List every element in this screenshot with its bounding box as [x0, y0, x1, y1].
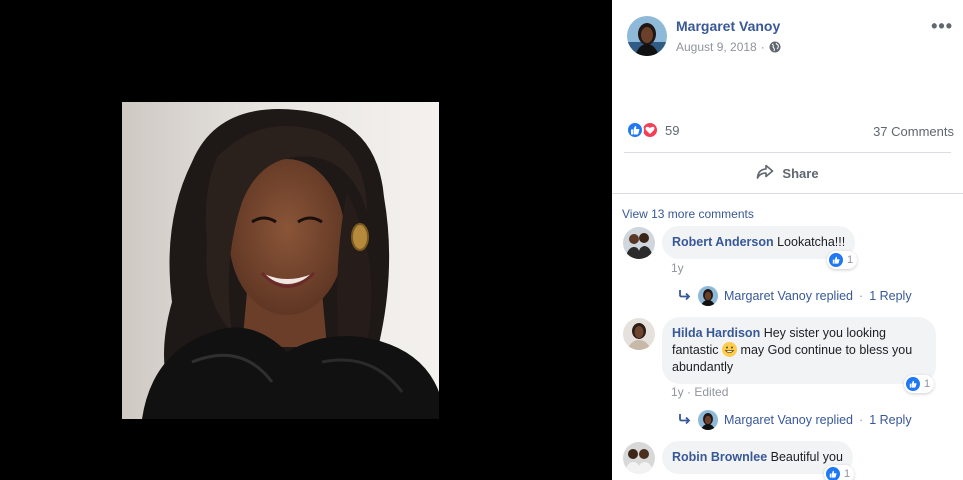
comment-text: Lookatcha!!! [777, 235, 846, 249]
comment-like-count: 1 [924, 378, 931, 390]
globe-icon [769, 41, 781, 53]
replies-link[interactable]: Margaret Vanoy replied · 1 Reply [678, 286, 912, 306]
comment-reaction-badge[interactable]: 1 [824, 465, 855, 480]
post-panel: Margaret Vanoy August 9, 2018 · ••• 59 3… [612, 0, 963, 480]
share-button[interactable]: Share [612, 160, 963, 186]
reply-arrow-icon [678, 289, 692, 304]
comment-like-count: 1 [844, 468, 851, 480]
post-author-name[interactable]: Margaret Vanoy [676, 18, 780, 34]
photo-stage [0, 0, 612, 480]
separator-dot: · [687, 385, 692, 399]
comment-like-count: 1 [847, 254, 854, 266]
view-more-comments-link[interactable]: View 13 more comments [622, 207, 754, 221]
divider [612, 193, 963, 194]
comment-meta: 1y · Edited [671, 385, 728, 399]
meta-separator: · [760, 40, 765, 54]
reply-arrow-icon [678, 413, 692, 428]
edited-label[interactable]: Edited [694, 385, 728, 399]
comment-text: Beautiful you [770, 450, 843, 464]
commenter-name[interactable]: Robin Brownlee [672, 450, 767, 464]
like-icon [829, 253, 843, 267]
comment-text: Hey sister you looking [763, 326, 886, 340]
separator-dot: · [859, 289, 864, 303]
comment-reaction-badge[interactable]: 1 [904, 375, 935, 393]
post-photo[interactable] [122, 102, 439, 419]
commenter-name[interactable]: Robert Anderson [672, 235, 774, 249]
reply-author-label: Margaret Vanoy replied [724, 413, 854, 427]
post-meta: August 9, 2018 · [676, 40, 781, 54]
replies-link[interactable]: Margaret Vanoy replied · 1 Reply [678, 410, 912, 430]
reaction-summary[interactable]: 59 [626, 121, 679, 139]
like-icon [826, 467, 840, 480]
comment-bubble: Robert Anderson Lookatcha!!! [662, 226, 856, 259]
like-icon [906, 377, 920, 391]
author-avatar-image [627, 16, 667, 56]
comment-text: may God continue to bless you [740, 343, 913, 357]
share-icon [756, 164, 774, 183]
portrait-image [122, 102, 439, 419]
commenter-name[interactable]: Hilda Hardison [672, 326, 760, 340]
comment-text: abundantly [672, 360, 734, 374]
share-label: Share [782, 165, 819, 181]
reply-count: 1 Reply [869, 413, 912, 427]
reply-author-avatar [698, 410, 718, 430]
commenter-avatar[interactable] [623, 227, 655, 259]
reply-author-label: Margaret Vanoy replied [724, 289, 854, 303]
reply-count: 1 Reply [869, 289, 912, 303]
divider [624, 152, 951, 153]
like-icon [626, 121, 644, 139]
reaction-count: 59 [665, 122, 680, 138]
reply-author-avatar [698, 286, 718, 306]
commenter-avatar[interactable] [623, 442, 655, 474]
comment-bubble: Hilda Hardison Hey sister you looking fa… [662, 317, 936, 384]
comment-time[interactable]: 1y [671, 261, 684, 275]
comment-time[interactable]: 1y [671, 385, 684, 399]
comments-count-link[interactable]: 37 Comments [873, 124, 954, 139]
post-date[interactable]: August 9, 2018 [676, 40, 757, 54]
separator-dot: · [859, 413, 864, 427]
grinning-emoji-icon [722, 342, 738, 357]
more-options-icon[interactable]: ••• [931, 16, 953, 37]
commenter-avatar[interactable] [623, 318, 655, 350]
comment-text: fantastic [672, 343, 719, 357]
comment-reaction-badge[interactable]: 1 [827, 251, 858, 269]
author-avatar[interactable] [627, 16, 667, 56]
